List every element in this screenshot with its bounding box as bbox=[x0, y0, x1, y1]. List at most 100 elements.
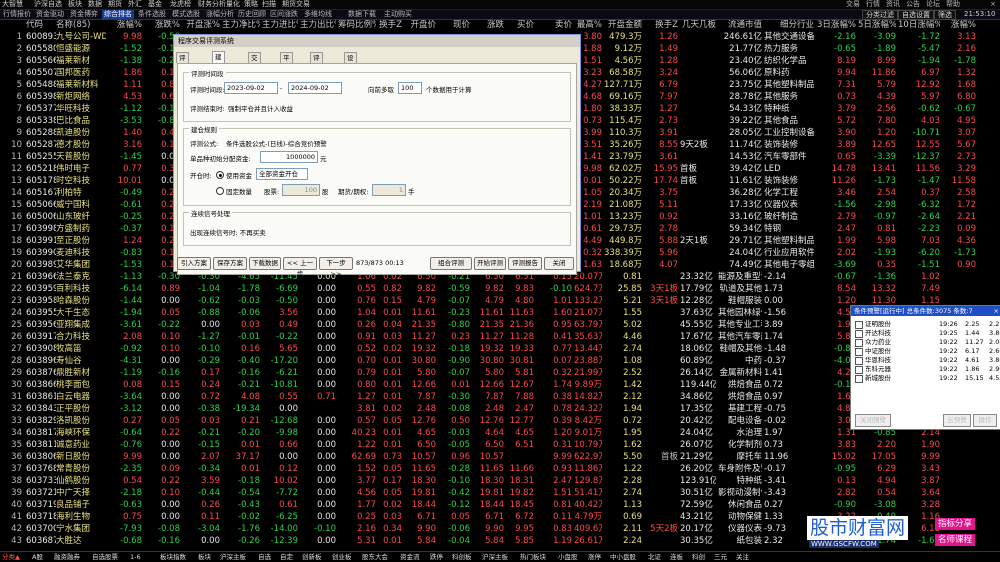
column-header[interactable]: 买价 bbox=[506, 20, 534, 31]
top-menu-item[interactable]: 大智慧 bbox=[2, 0, 23, 9]
column-header[interactable]: 3日涨幅% bbox=[816, 20, 856, 31]
top-menu-right-item[interactable]: × bbox=[990, 0, 996, 9]
top-menu-item[interactable]: 量化 bbox=[226, 0, 240, 9]
top-menu-right-item[interactable]: 行情 bbox=[866, 0, 880, 9]
column-header[interactable]: 换手Z bbox=[642, 20, 678, 31]
function-tab[interactable]: 资金博弈 bbox=[68, 10, 100, 19]
dialog-button[interactable]: << 上一步 bbox=[283, 257, 317, 278]
column-header[interactable]: 10日涨幅% bbox=[898, 20, 940, 31]
column-header[interactable]: 主力进比% bbox=[262, 20, 298, 31]
alert-row[interactable]: 华恩科技 19:22 4.61 3.80% bbox=[855, 356, 1000, 365]
lookback-input[interactable]: 100 bbox=[398, 82, 422, 94]
function-tab[interactable]: 行情报价 bbox=[1, 10, 33, 19]
column-header[interactable]: 现价 bbox=[438, 20, 470, 31]
amount-input[interactable]: 1000000 bbox=[260, 151, 318, 163]
column-header[interactable]: 5日涨幅% bbox=[858, 20, 896, 31]
dialog-button[interactable]: 下一步 >> bbox=[319, 257, 353, 278]
column-header[interactable]: 涨幅% bbox=[108, 20, 142, 31]
top-menu-item[interactable]: 数据 bbox=[88, 0, 102, 9]
column-header[interactable]: 开盘涨% bbox=[182, 20, 220, 31]
dialog-tab[interactable]: 交易方式 bbox=[248, 52, 261, 92]
column-header[interactable]: 最高% bbox=[574, 20, 602, 31]
table-row[interactable]: 37 603768 常青股份 -2.35 0.09 -0.34 0.01 0.12 0.00 1.… bbox=[0, 463, 1000, 475]
top-menu-right-item[interactable]: 资讯 bbox=[886, 0, 900, 9]
column-header[interactable]: 开盘价 bbox=[404, 20, 436, 31]
fixed-qty-radio[interactable] bbox=[216, 187, 224, 195]
subbar-right-button[interactable]: 筛选 bbox=[934, 10, 956, 20]
dialog-button[interactable]: 评测报告 bbox=[508, 257, 542, 270]
top-menu-item[interactable]: 期货交易 bbox=[282, 0, 310, 9]
table-row[interactable]: 35 603811 诚意药业 -0.76 0.00 -0.15 0.01 0.66 0.00 1.… bbox=[0, 439, 1000, 451]
dialog-button[interactable]: 组合评测 bbox=[430, 257, 472, 270]
top-menu-item[interactable]: 龙虎榜 bbox=[170, 0, 191, 9]
function-tab[interactable]: 条件选股 bbox=[136, 10, 168, 19]
function-tab[interactable]: 综合排名 bbox=[102, 10, 134, 19]
dialog-button[interactable]: 保存方案 bbox=[213, 257, 247, 270]
function-tab[interactable]: 资金驱动 bbox=[34, 10, 66, 19]
column-header[interactable]: 细分行业 bbox=[764, 20, 814, 31]
alert-row[interactable]: 开达科技 19:25 1.44 3.80% bbox=[855, 329, 1000, 338]
column-header[interactable]: 几天几板 bbox=[680, 20, 716, 31]
alert-checkbox[interactable] bbox=[855, 366, 863, 374]
column-header[interactable]: 涨跌% bbox=[144, 20, 180, 31]
column-header[interactable]: 换手Z bbox=[378, 20, 402, 31]
dialog-tab[interactable]: 评测品种 bbox=[310, 52, 323, 92]
popup-close-icon[interactable]: × bbox=[994, 306, 999, 316]
top-menu-item[interactable]: 策略 bbox=[244, 0, 258, 9]
column-header[interactable]: 涨跌 bbox=[472, 20, 504, 31]
top-menu-item[interactable]: 沪深 bbox=[34, 0, 48, 9]
table-row[interactable]: 40 603719 良品铺子 -0.63 0.00 0.26 -0.43 0.61 0.00 1.… bbox=[0, 499, 1000, 511]
table-row[interactable]: 39 603721 中广天择 -2.18 0.10 -0.44 -0.54 -7.72 0.00… bbox=[0, 487, 1000, 499]
top-menu-right-item[interactable]: 帮助 bbox=[946, 0, 960, 9]
subbar-right-button[interactable]: 自选设置 bbox=[898, 10, 934, 20]
top-menu-right-item[interactable]: 交易 bbox=[846, 0, 860, 9]
column-header[interactable] bbox=[2, 20, 22, 31]
top-menu-right-item[interactable]: 公告 bbox=[906, 0, 920, 9]
dialog-tab[interactable]: 设置报告 bbox=[344, 52, 357, 92]
column-header[interactable]: 涨幅% bbox=[942, 20, 976, 31]
alert-checkbox[interactable] bbox=[855, 321, 863, 329]
function-tab[interactable]: 模式选股 bbox=[170, 10, 202, 19]
top-menu-item[interactable]: 自选 bbox=[48, 0, 62, 9]
use-funds-radio[interactable] bbox=[216, 171, 224, 179]
column-header[interactable]: 开盘金额 bbox=[604, 20, 642, 31]
operation-button[interactable]: 操作 bbox=[973, 414, 997, 427]
dialog-button[interactable]: 关闭 bbox=[544, 257, 574, 270]
function-tab[interactable]: 多维均线 bbox=[302, 10, 334, 19]
alert-checkbox[interactable] bbox=[855, 348, 863, 356]
function-tab[interactable]: 历史回顾 bbox=[236, 10, 268, 19]
alert-checkbox[interactable] bbox=[855, 375, 863, 383]
dialog-tab[interactable]: 建仓规则 bbox=[212, 51, 225, 91]
top-menu-item[interactable]: 扫描 bbox=[262, 0, 276, 9]
column-header[interactable]: 代码 bbox=[26, 20, 56, 31]
alert-checkbox[interactable] bbox=[855, 330, 863, 338]
subbar-right-button[interactable]: 分类过滤 bbox=[862, 10, 898, 20]
function-tab[interactable]: 涨幅分析 bbox=[204, 10, 236, 19]
dialog-tab[interactable]: 平仓规则 bbox=[280, 52, 293, 92]
column-header[interactable]: 筹码比例% bbox=[338, 20, 376, 31]
column-header[interactable]: 名称(85) bbox=[56, 20, 106, 31]
cloud-alert-button[interactable]: 云预警 bbox=[943, 414, 971, 427]
alert-row[interactable]: 中证股份 19:22 6.17 2.66% bbox=[855, 347, 1000, 356]
funds-option-select[interactable]: 全部资金开仓 bbox=[256, 168, 308, 180]
dialog-button[interactable]: 开始评测 bbox=[474, 257, 506, 270]
close-alert-button[interactable]: 关闭预警 bbox=[855, 414, 891, 427]
top-menu-item[interactable]: 基金 bbox=[148, 0, 162, 9]
futures-input[interactable]: 1 bbox=[372, 184, 406, 196]
top-menu-item[interactable]: 板块 bbox=[68, 0, 82, 9]
top-menu-item[interactable]: 期货 bbox=[108, 0, 122, 9]
column-header[interactable]: 卖价 bbox=[536, 20, 572, 31]
top-menu-right-item[interactable]: 论坛 bbox=[926, 0, 940, 9]
column-header[interactable]: 流通市值 bbox=[718, 20, 762, 31]
end-date-input[interactable]: 2024-09-02 bbox=[288, 82, 342, 94]
column-header[interactable]: 主力出比% bbox=[300, 20, 336, 31]
start-date-input[interactable]: 2023-09-02 bbox=[224, 82, 278, 94]
function-tab[interactable]: 数据下载 bbox=[346, 10, 378, 19]
alert-row[interactable]: 东科元器 19:22 1.86 2.90% bbox=[855, 365, 1000, 374]
table-row[interactable]: 22 603959 百利科技 -6.14 0.89 -1.04 -1.78 -6.69 0.00… bbox=[0, 283, 1000, 295]
dialog-tab[interactable]: 评测公式 bbox=[176, 52, 189, 92]
dialog-button[interactable]: 引入方案 bbox=[177, 257, 211, 270]
alert-row[interactable]: 证明股份 19:26 2.25 2.27% bbox=[855, 320, 1000, 329]
function-tab[interactable]: 主动购买 bbox=[382, 10, 414, 19]
table-row[interactable]: 36 603806 新日股份 9.99 0.00 2.07 37.17 0.00 0.00 62.… bbox=[0, 451, 1000, 463]
